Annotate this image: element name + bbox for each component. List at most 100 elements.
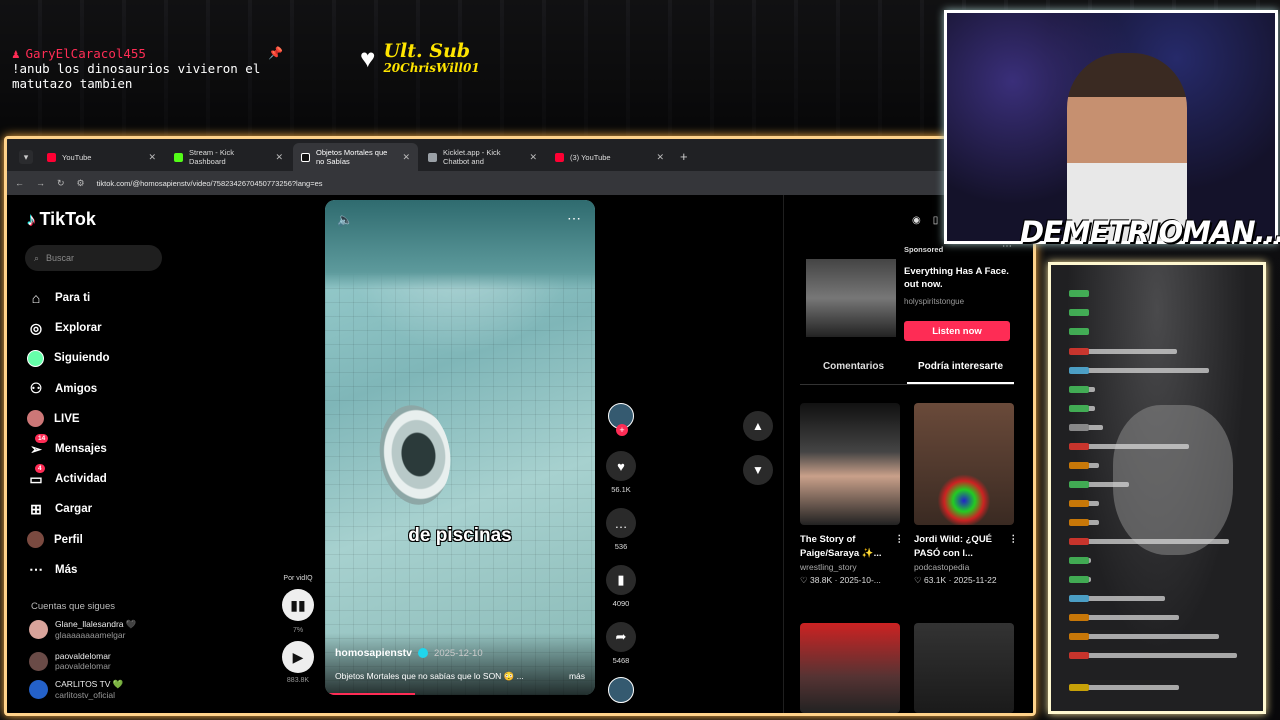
kicklet-favicon-icon	[428, 152, 437, 162]
creator-avatar[interactable]: +	[608, 403, 634, 436]
listen-now-button[interactable]: Listen now	[904, 321, 1010, 341]
chat-line	[1069, 348, 1177, 355]
chevron-down-icon[interactable]: ▼	[743, 455, 773, 485]
back-icon[interactable]: ←	[15, 178, 24, 188]
play-icon[interactable]: ▶	[282, 641, 314, 673]
tab-youtube-3[interactable]: (3) YouTube ✕	[547, 143, 672, 171]
stream-chat-overlay: ♟ GaryElCaracol455 !anub los dinosaurios…	[12, 46, 260, 91]
sidebar-item-amigos[interactable]: ⚇ Amigos	[27, 374, 110, 404]
close-tab-icon[interactable]: ✕	[402, 152, 410, 163]
share-icon[interactable]: ➦	[606, 622, 636, 652]
heart-outline-icon: ♡	[800, 575, 810, 585]
tiktok-page: ♪ TikTok ⌕ Buscar ⌂ Para ti ◎ Explorar S…	[7, 195, 1033, 713]
chat-line	[1069, 443, 1189, 450]
sidebar-item-actividad[interactable]: ▭ 4 Actividad	[27, 464, 110, 494]
sidebar-item-live[interactable]: LIVE	[27, 404, 110, 434]
suggested-video-card[interactable]	[914, 623, 1018, 713]
forward-icon[interactable]: →	[36, 178, 45, 188]
tab-comentarios[interactable]: Comentarios	[800, 361, 907, 384]
sidebar-item-perfil[interactable]: Perfil	[27, 525, 110, 555]
chat-line	[1069, 595, 1165, 602]
like-count: 56.1K	[611, 485, 631, 494]
share-count: 5468	[612, 656, 630, 665]
chat-message-cont: matutazo tambien	[12, 76, 133, 91]
sidebar-item-mas[interactable]: ⋯ Más	[27, 555, 110, 585]
kick-favicon-icon	[174, 152, 183, 162]
following-account[interactable]: CARLITOS TV 💚 carlitostv_oficial	[29, 679, 123, 700]
close-tab-icon[interactable]: ✕	[275, 152, 283, 163]
reload-icon[interactable]: ↻	[57, 178, 65, 189]
suggested-video-card[interactable]	[800, 623, 904, 713]
tiktok-logo[interactable]: ♪ TikTok	[27, 209, 96, 230]
right-tabs: Comentarios Podría interesarte	[800, 361, 1014, 385]
ad-title[interactable]: Everything Has A Face. out now.	[904, 265, 1019, 291]
card-title: Jordi Wild: ¿QUÉ PASÓ con l...	[914, 534, 993, 559]
video-author[interactable]: homosapienstv	[335, 647, 412, 659]
new-tab-icon[interactable]: +	[680, 149, 688, 164]
video-progress[interactable]	[325, 693, 415, 695]
browser-window: ▾ YouTube ✕ Stream - Kick Dashboard ✕ Ob…	[4, 136, 1036, 716]
more-options-icon[interactable]: ⋮	[895, 533, 905, 561]
chat-line	[1069, 309, 1089, 316]
comment-count: 536	[614, 542, 628, 551]
card-date: 2025-10-...	[839, 575, 881, 585]
more-options-icon[interactable]: ⋮	[1009, 533, 1019, 561]
vidiq-widget: Por vidIQ ▮▮ 7% ▶ 883.8K	[277, 575, 319, 684]
compass-icon[interactable]: ◉	[912, 215, 921, 226]
chat-line	[1069, 405, 1095, 412]
more-icon: ⋯	[29, 561, 43, 578]
more-options-icon[interactable]: ⋯	[567, 210, 581, 227]
sidebar-item-explorar[interactable]: ◎ Explorar	[27, 313, 110, 343]
tab-tiktok[interactable]: Objetos Mortales que no Sabías ✕	[293, 143, 418, 171]
heart-icon: ♥	[360, 43, 376, 73]
suggested-video-card[interactable]: The Story of Paige/Saraya ✨... ⋮ wrestlin…	[800, 403, 904, 586]
site-info-icon[interactable]: ⚙	[77, 178, 85, 189]
bookmark-icon[interactable]: ▮	[606, 565, 636, 595]
following-account[interactable]: Glane_llalesandra 🖤 glaaaaaaaamelgar	[29, 619, 136, 640]
webcam-frame	[944, 10, 1278, 244]
volume-icon[interactable]: 🔈	[337, 212, 353, 228]
video-thumbnail	[800, 403, 900, 525]
sidebar-item-cargar[interactable]: ⊞ Cargar	[27, 494, 110, 524]
close-tab-icon[interactable]: ✕	[656, 152, 664, 163]
user-icon: ♟	[12, 46, 20, 61]
video-meta: homosapienstv 2025-12-10 Objetos Mortale…	[325, 633, 595, 695]
like-icon[interactable]: ♥	[606, 451, 636, 481]
device-icon[interactable]: ▯	[933, 215, 939, 226]
verified-icon	[418, 648, 429, 658]
tab-kicklet[interactable]: Kicklet.app - Kick Chatbot and ✕	[420, 143, 545, 171]
chat-line	[1069, 500, 1099, 507]
search-input[interactable]: ⌕ Buscar	[25, 245, 162, 271]
tab-search-icon[interactable]: ▾	[19, 150, 33, 164]
follow-plus-icon[interactable]: +	[616, 424, 628, 436]
close-tab-icon[interactable]: ✕	[148, 152, 156, 163]
youtube-favicon-icon	[555, 152, 564, 162]
pin-icon: 📌	[268, 46, 283, 60]
tab-strip: ▾ YouTube ✕ Stream - Kick Dashboard ✕ Ob…	[7, 139, 1033, 171]
video-player[interactable]: 🔈 ⋯ de piscinas homosapienstv 2025-12-10…	[325, 200, 595, 695]
stream-chat-panel	[1048, 262, 1266, 714]
card-likes: 38.8K	[809, 575, 833, 585]
tab-kick-dashboard[interactable]: Stream - Kick Dashboard ✕	[166, 143, 291, 171]
music-disc-icon[interactable]	[608, 677, 634, 703]
url-field[interactable]: tiktok.com/@homosapienstv/video/75823426…	[97, 179, 939, 188]
comment-icon[interactable]: …	[606, 508, 636, 538]
save-count: 4090	[612, 599, 630, 608]
chevron-up-icon[interactable]: ▲	[743, 411, 773, 441]
more-link[interactable]: más	[569, 671, 585, 682]
avatar	[29, 651, 48, 671]
sidebar-item-para-ti[interactable]: ⌂ Para ti	[27, 283, 110, 313]
stats-chart-icon[interactable]: ▮▮	[282, 589, 314, 621]
chat-line	[1069, 684, 1179, 691]
card-date: 2025-11-22	[953, 575, 997, 585]
suggested-video-card[interactable]: Jordi Wild: ¿QUÉ PASÓ con l... ⋮ podcasto…	[914, 403, 1018, 586]
following-account[interactable]: paovaldelomar paovaldelomar	[29, 651, 111, 671]
tab-youtube[interactable]: YouTube ✕	[39, 143, 164, 171]
ad-image[interactable]	[806, 259, 896, 337]
sidebar-item-siguiendo[interactable]: Siguiendo	[27, 343, 110, 373]
ad-handle[interactable]: holyspiritstongue	[904, 297, 964, 306]
close-tab-icon[interactable]: ✕	[529, 152, 537, 163]
tab-podria-interesarte[interactable]: Podría interesarte	[907, 361, 1014, 384]
sidebar-item-mensajes[interactable]: ➢ 14 Mensajes	[27, 434, 110, 464]
home-icon: ⌂	[31, 290, 41, 307]
